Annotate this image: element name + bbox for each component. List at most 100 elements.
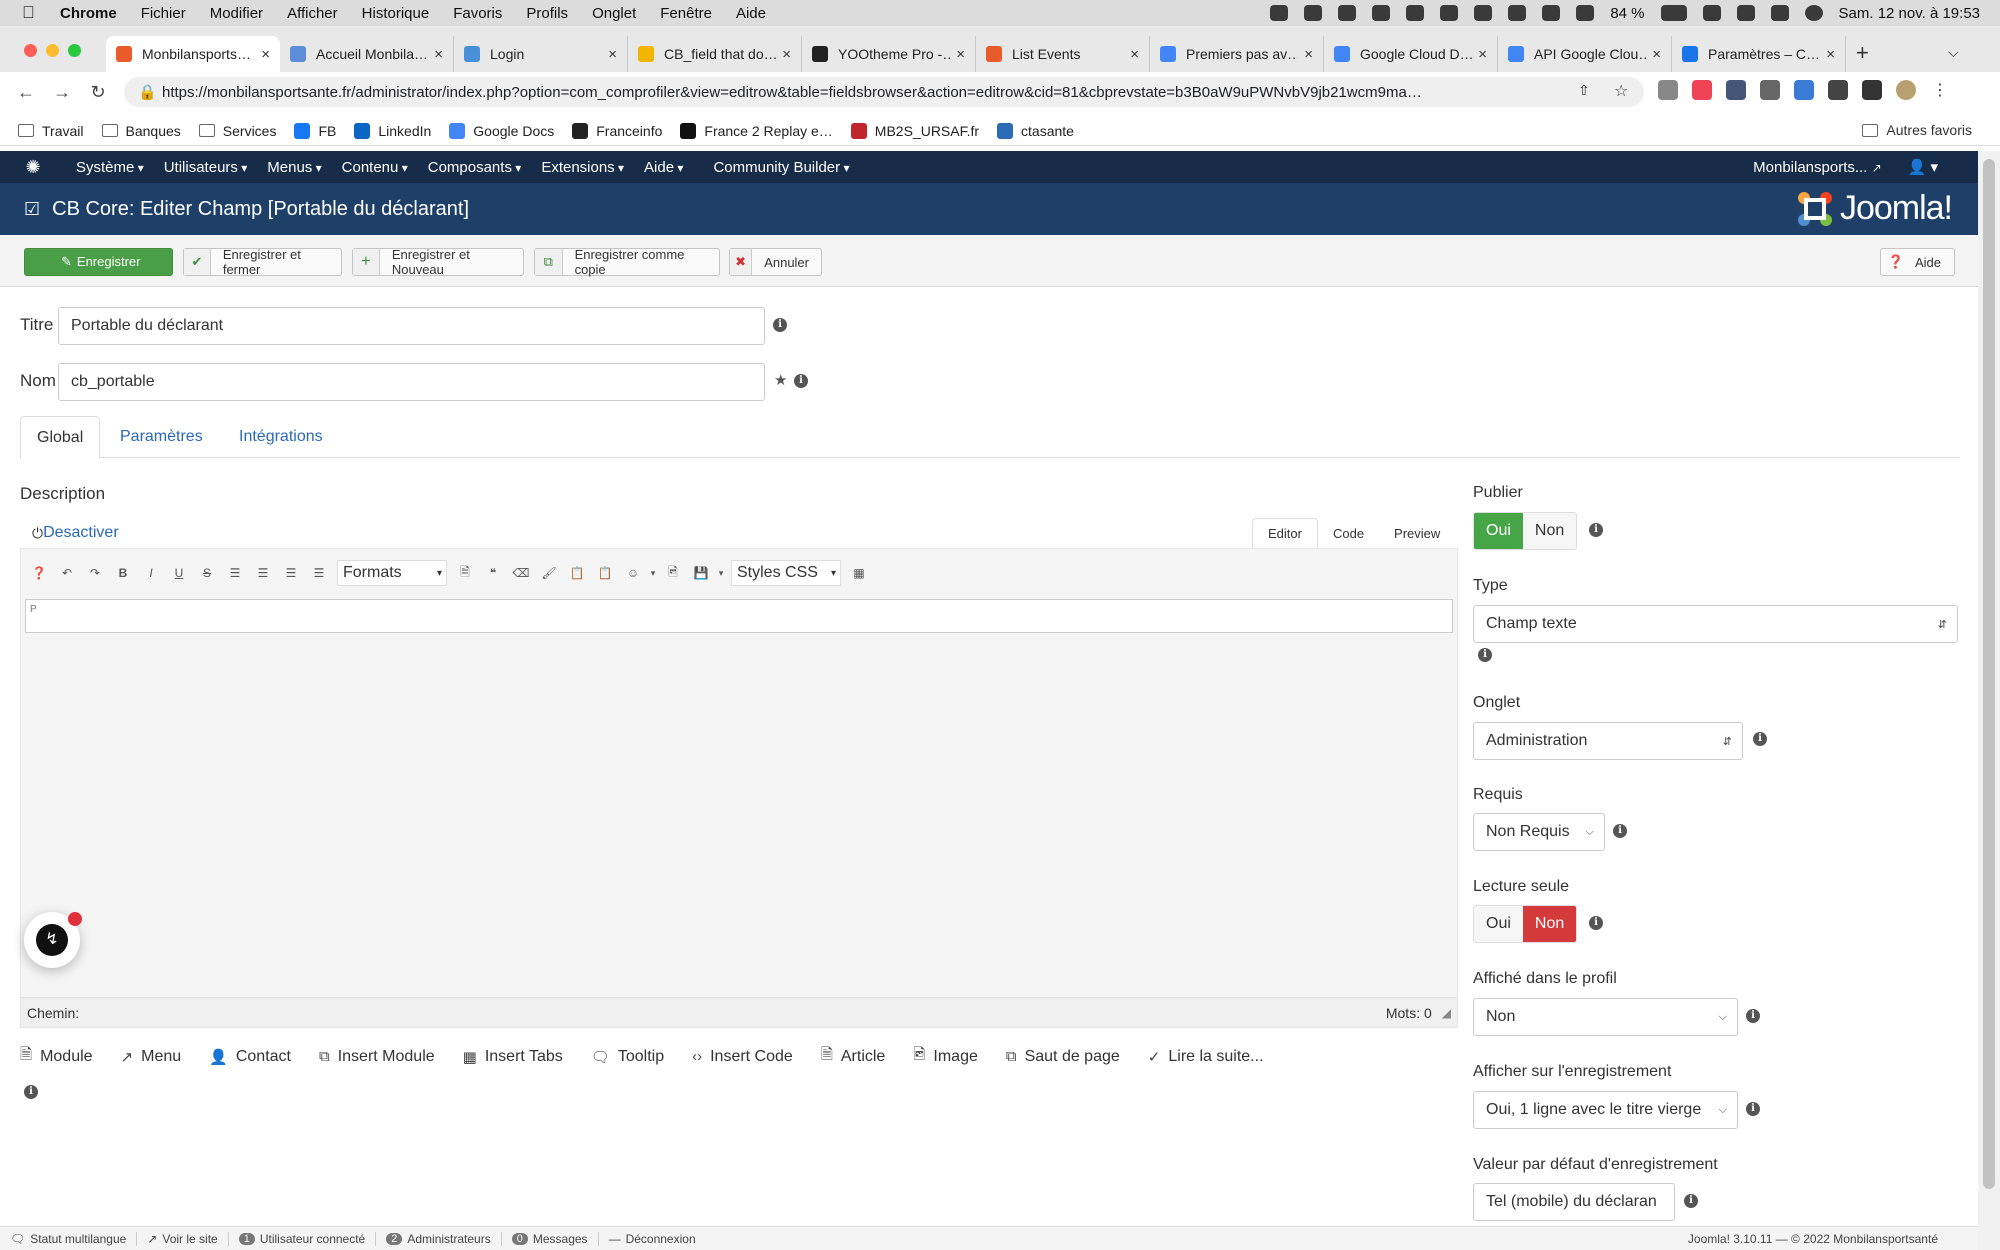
browser-tab[interactable]: Google Cloud D… × xyxy=(1324,36,1498,72)
menu-fichier[interactable]: Fichier xyxy=(141,5,186,22)
insert-module-button[interactable]: 🗎 Module xyxy=(20,1044,93,1069)
back-button[interactable]: ← xyxy=(16,82,36,103)
menu-historique[interactable]: Historique xyxy=(362,5,430,22)
tab-search-button[interactable]: ⌵ xyxy=(1948,44,1959,61)
editor-content-area[interactable]: P xyxy=(25,599,1453,633)
menu-modifier[interactable]: Modifier xyxy=(210,5,263,22)
editor-help-icon[interactable]: ❓ xyxy=(25,561,53,585)
lecture-seule-info-icon[interactable]: i xyxy=(1589,916,1603,930)
menu-app[interactable]: Chrome xyxy=(60,5,117,22)
brush-icon[interactable]: 🖌 xyxy=(535,561,563,585)
side-panel-icon[interactable] xyxy=(1862,80,1882,100)
nav-aide[interactable]: Aide xyxy=(644,159,683,176)
publier-non-button[interactable]: Non xyxy=(1522,513,1577,549)
bookmark-item[interactable]: Banques xyxy=(101,123,181,139)
airdrop-icon[interactable] xyxy=(1440,5,1459,21)
insert-image-button[interactable]: 🖻 Image xyxy=(913,1044,978,1069)
eraser-icon[interactable]: ⌫ xyxy=(507,561,535,585)
editor-toggle-button[interactable]: ⏻ Desactiver xyxy=(32,524,119,542)
title-info-icon[interactable]: i xyxy=(773,318,787,332)
type-info-icon[interactable]: i xyxy=(1478,648,1492,662)
url-bar[interactable]: 🔒 https://monbilansportsante.fr/administ… xyxy=(124,77,1644,107)
multilang-status[interactable]: 🗨 Statut multilangue xyxy=(0,1231,138,1246)
insert-code-button[interactable]: ‹› Insert Code xyxy=(692,1044,793,1069)
joomla-logo-icon[interactable]: ✺ xyxy=(24,158,42,176)
nav-utilisateurs[interactable]: Utilisateurs xyxy=(164,159,248,176)
resize-handle-icon[interactable]: ◢ xyxy=(1442,1006,1451,1020)
insert-article-button[interactable]: 🗎 Article xyxy=(821,1044,886,1069)
accessibility-icon[interactable] xyxy=(1474,5,1493,21)
close-tab-icon[interactable]: × xyxy=(1478,46,1487,63)
bold-icon[interactable]: B xyxy=(109,561,137,585)
italic-icon[interactable]: I xyxy=(137,561,165,585)
description-info-icon[interactable]: i xyxy=(24,1085,38,1099)
tab-integrations[interactable]: Intégrations xyxy=(223,416,339,458)
browser-tab[interactable]: YOOtheme Pro -… × xyxy=(802,36,976,72)
users-online[interactable]: 1 Utilisateur connecté xyxy=(229,1231,377,1246)
menu-onglet[interactable]: Onglet xyxy=(592,5,636,22)
editor-mode-editor[interactable]: Editor xyxy=(1252,518,1318,548)
browser-tab[interactable]: Monbilansports… × xyxy=(106,36,280,72)
help-button[interactable]: ❓ Aide xyxy=(1880,248,1955,276)
enregistrement-select[interactable]: Oui, 1 ligne avec le titre vierge ⌵ xyxy=(1473,1091,1738,1129)
save-button[interactable]: ✎ Enregistrer xyxy=(24,248,173,276)
scrollbar-thumb[interactable] xyxy=(1983,159,1995,1189)
messages-link[interactable]: 0 Messages xyxy=(502,1231,599,1246)
nav-contenu[interactable]: Contenu xyxy=(342,159,408,176)
close-tab-icon[interactable]: × xyxy=(1130,46,1139,63)
image-icon[interactable]: 🖻 xyxy=(659,561,687,585)
control-center-icon[interactable] xyxy=(1770,5,1789,21)
onepassword-icon[interactable] xyxy=(1338,5,1357,21)
publier-oui-button[interactable]: Oui xyxy=(1474,513,1523,549)
tooltip-button[interactable]: 🗨 Tooltip xyxy=(591,1044,664,1069)
browser-tab[interactable]: List Events × xyxy=(976,36,1150,72)
close-tab-icon[interactable]: × xyxy=(782,46,791,63)
close-tab-icon[interactable]: × xyxy=(1826,46,1835,63)
bookmark-item[interactable]: FB xyxy=(294,122,336,139)
emoji-icon[interactable]: ☺ xyxy=(619,561,647,585)
publier-info-icon[interactable]: i xyxy=(1589,523,1603,537)
new-document-icon[interactable]: 🗎 xyxy=(451,561,479,585)
close-tab-icon[interactable]: × xyxy=(956,46,965,63)
bookmark-item[interactable]: France 2 Replay e… xyxy=(680,122,833,139)
media-icon[interactable]: 💾 xyxy=(687,561,715,585)
menu-afficher[interactable]: Afficher xyxy=(287,5,338,22)
nav-extensions[interactable]: Extensions xyxy=(541,159,624,176)
lock-icon[interactable]: 🔒 xyxy=(138,83,157,101)
close-tab-icon[interactable]: × xyxy=(434,46,443,63)
editor-mode-code[interactable]: Code xyxy=(1318,518,1379,548)
read-more-button[interactable]: ✓ Lire la suite... xyxy=(1148,1044,1264,1069)
extensions-puzzle-icon[interactable] xyxy=(1828,80,1848,100)
defaut-info-icon[interactable]: i xyxy=(1684,1194,1698,1208)
bookmark-item[interactable]: MB2S_URSAF.fr xyxy=(850,122,979,139)
forward-button[interactable]: → xyxy=(52,82,72,103)
wifi-icon[interactable] xyxy=(1702,5,1721,21)
bookmark-other[interactable]: Autres favoris xyxy=(1862,122,1972,138)
formats-select[interactable]: Formats ▾ xyxy=(337,560,447,586)
close-tab-icon[interactable]: × xyxy=(1304,46,1313,63)
bookmark-star-icon[interactable]: ☆ xyxy=(1614,81,1628,101)
profil-select[interactable]: Non ⌵ xyxy=(1473,998,1738,1036)
kebab-menu-icon[interactable]: ⋮ xyxy=(1930,80,1950,100)
tab-parametres[interactable]: Paramètres xyxy=(104,416,219,458)
redo-icon[interactable]: ↷ xyxy=(81,561,109,585)
enregistrement-info-icon[interactable]: i xyxy=(1746,1102,1760,1116)
lecture-oui-button[interactable]: Oui xyxy=(1474,906,1523,942)
onglet-info-icon[interactable]: i xyxy=(1753,732,1767,746)
page-scrollbar[interactable] xyxy=(1978,151,2000,1250)
browser-tab[interactable]: Premiers pas av… × xyxy=(1150,36,1324,72)
menu-fenetre[interactable]: Fenêtre xyxy=(660,5,712,22)
table-icon[interactable]: ▦ xyxy=(845,561,873,585)
align-right-icon[interactable]: ☰ xyxy=(305,561,333,585)
nav-composants[interactable]: Composants xyxy=(428,159,522,176)
close-tab-icon[interactable]: × xyxy=(1652,46,1661,63)
browser-tab[interactable]: CB_field that do… × xyxy=(628,36,802,72)
strikethrough-icon[interactable]: S xyxy=(193,561,221,585)
battery-percent[interactable]: 84 % xyxy=(1610,5,1644,22)
minimize-window-button[interactable] xyxy=(46,44,59,57)
profile-avatar[interactable] xyxy=(1896,80,1916,100)
page-break-button[interactable]: ⧉ Saut de page xyxy=(1006,1044,1120,1069)
profil-info-icon[interactable]: i xyxy=(1746,1009,1760,1023)
logout-link[interactable]: — Déconnexion xyxy=(599,1232,706,1246)
align-justify-icon[interactable]: ☰ xyxy=(221,561,249,585)
